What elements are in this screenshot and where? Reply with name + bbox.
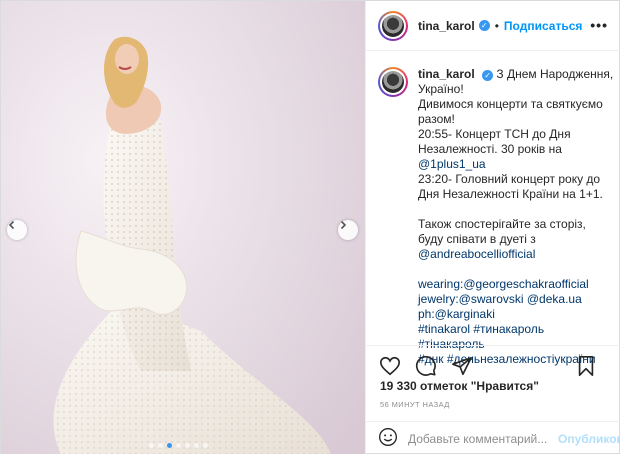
more-options-icon[interactable]: ••• [590,17,608,33]
comment-icon[interactable] [414,354,438,378]
caption-line: Незалежності. 30 років на [418,142,562,156]
caption-line: разом! [418,112,455,126]
carousel-dot [176,443,181,448]
post-timestamp[interactable]: 56 МИНУТ НАЗАД [380,400,450,409]
likes-count[interactable]: 19 330 отметок "Нравится" [380,379,539,393]
verified-badge-icon: ✓ [478,20,490,31]
mention-link[interactable]: jewelry:@swarovski @deka.ua [418,292,614,307]
chevron-right-icon[interactable] [338,220,358,240]
carousel-dot [158,443,163,448]
caption-line: Дня Незалежності Країни на 1+1. [418,187,603,201]
post-caption: tina_karol ✓ З Днем Народження, Україно!… [378,67,614,367]
chevron-left-icon[interactable] [7,220,27,240]
header-separator: • [494,18,499,33]
caption-line: буду співати в дуеті з [418,232,536,246]
carousel-indicator [149,443,208,448]
caption-line: Україно! [418,82,464,96]
share-icon[interactable] [450,354,474,378]
emoji-icon[interactable] [378,427,398,450]
caption-line: 23:20- Головний концерт року до [418,172,601,186]
mention-link[interactable]: @1plus1_ua [418,157,614,172]
caption-avatar[interactable] [378,67,408,97]
mention-link[interactable]: @andreabocelliofficial [418,247,614,262]
caption-line: Дивимося концерти та святкуємо [418,97,603,111]
post-header: tina_karol ✓ • Подписаться ••• [366,1,620,51]
photo-illustration [1,1,365,454]
carousel-dot [149,443,154,448]
follow-button[interactable]: Подписаться [504,19,582,33]
caption-text: tina_karol ✓ З Днем Народження, Україно!… [418,67,614,367]
avatar[interactable] [378,10,408,41]
carousel-dot [203,443,208,448]
post-side-panel: tina_karol ✓ • Подписаться ••• tina_karo… [365,1,620,454]
post-photo[interactable] [1,1,365,454]
mention-link[interactable]: wearing:@georgeschakraofficial [418,277,614,292]
caption-line: 20:55- Концерт ТСН до Дня [418,127,571,141]
comment-input[interactable] [408,431,554,446]
caption-line: З Днем Народження, [496,67,614,81]
heart-icon[interactable] [378,354,402,378]
comment-bar: Опубликовать [366,421,620,454]
carousel-dot-active [167,443,172,448]
verified-badge-icon: ✓ [482,70,494,81]
carousel-dot [185,443,190,448]
instagram-post: tina_karol ✓ • Подписаться ••• tina_karo… [0,0,620,454]
mention-link[interactable]: ph:@karginaki [418,307,614,322]
publish-button[interactable]: Опубликовать [558,432,620,446]
carousel-dot [194,443,199,448]
caption-username[interactable]: tina_karol [418,67,475,81]
header-username[interactable]: tina_karol [418,19,475,33]
bookmark-icon[interactable] [574,354,598,378]
caption-line: Також спостерігайте за сторіз, [418,217,586,231]
